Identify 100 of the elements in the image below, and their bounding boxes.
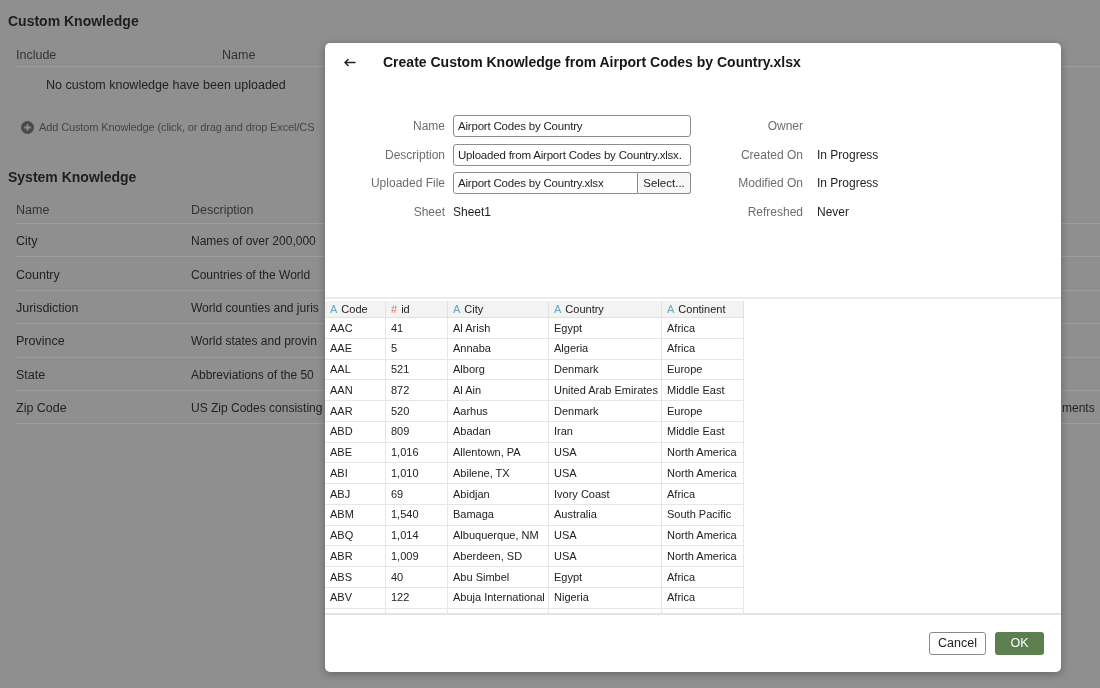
cancel-button[interactable]: Cancel <box>929 632 986 655</box>
table-cell: ABI <box>325 463 386 484</box>
table-cell: Ivory Coast <box>549 484 662 505</box>
column-label: City <box>464 301 484 317</box>
table-cell: North America <box>662 442 744 464</box>
table-cell: Denmark <box>549 359 662 381</box>
knowledge-description: US Zip Codes consisting <box>191 401 323 416</box>
table-cell: Middle East <box>662 380 744 401</box>
text-input[interactable]: Airport Codes by Country <box>453 115 691 138</box>
table-cell: 1,014 <box>386 525 448 547</box>
file-input[interactable]: Airport Codes by Country.xlsx <box>453 172 638 195</box>
column-label: id <box>401 301 410 317</box>
table-cell: Denmark <box>549 401 662 422</box>
table-cell: Bamaga <box>448 504 549 526</box>
knowledge-name: Province <box>16 334 65 349</box>
table-cell: Aberdeen, SD <box>448 546 549 567</box>
field-value: Never <box>817 203 849 221</box>
knowledge-description: World counties and juris <box>191 300 319 315</box>
table-cell: ABM <box>325 504 386 526</box>
table-cell: Australia <box>549 504 662 526</box>
table-cell: 809 <box>386 421 448 443</box>
column-label: Country <box>565 301 604 317</box>
column-label: Continent <box>678 301 726 317</box>
table-cell: Abilene, TX <box>448 463 549 484</box>
table-cell: 69 <box>386 484 448 505</box>
table-cell: ABS <box>325 567 386 588</box>
table-cell: 41 <box>386 318 448 339</box>
table-cell: Alborg <box>448 359 549 381</box>
table-cell: North America <box>662 463 744 484</box>
data-type-glyph: A <box>554 301 562 317</box>
table-cell: ABD <box>325 421 386 443</box>
table-cell: AAL <box>325 359 386 381</box>
knowledge-name: State <box>16 367 46 382</box>
knowledge-description: Names of over 200,000 <box>191 234 316 249</box>
table-cell: USA <box>549 442 662 464</box>
table-cell: Egypt <box>549 318 662 339</box>
table-cell: Al Ain <box>448 380 549 401</box>
table-cell: AAN <box>325 380 386 401</box>
table-cell: North America <box>662 525 744 547</box>
table-cell: Europe <box>662 401 744 422</box>
knowledge-name: City <box>16 234 38 249</box>
select-file-button[interactable]: Select... <box>638 172 691 195</box>
table-cell: Abidjan <box>448 484 549 505</box>
data-type-glyph: # <box>391 301 398 317</box>
table-cell: 5 <box>386 338 448 360</box>
table-cell: AAR <box>325 401 386 422</box>
table-cell: USA <box>549 463 662 484</box>
dialog-title: Create Custom Knowledge from Airport Codes by Country.xlsx <box>383 52 801 72</box>
table-cell: 1,540 <box>386 504 448 526</box>
ok-button[interactable]: OK <box>995 632 1044 655</box>
table-cell: Europe <box>662 359 744 381</box>
knowledge-name: Jurisdiction <box>16 300 79 315</box>
data-type-glyph: A <box>453 301 461 317</box>
field-value: In Progress <box>817 175 879 193</box>
knowledge-description: ments <box>1062 401 1095 416</box>
table-cell: Africa <box>662 587 744 609</box>
data-type-glyph: A <box>330 301 338 317</box>
table-cell: Nigeria <box>549 587 662 609</box>
table-cell: Albuquerque, NM <box>448 525 549 547</box>
field-value: Sheet1 <box>453 203 492 221</box>
field-label: Refreshed <box>747 203 803 221</box>
table-cell: USA <box>549 525 662 547</box>
table-cell: Africa <box>662 338 744 360</box>
back-arrow-icon <box>344 57 356 67</box>
data-type-glyph: A <box>667 301 675 317</box>
table-cell: ABV <box>325 587 386 609</box>
column-header: Name <box>16 202 50 217</box>
table-cell: United Arab Emirates <box>549 380 662 401</box>
field-label: Name <box>413 118 445 136</box>
knowledge-description: Abbreviations of the 50 <box>191 367 314 382</box>
section-title: Custom Knowledge <box>8 11 139 31</box>
field-label: Modified On <box>738 175 803 193</box>
field-label: Uploaded File <box>370 175 445 193</box>
table-cell: AAE <box>325 338 386 360</box>
field-label: Created On <box>740 146 803 164</box>
table-cell: 1,010 <box>386 463 448 484</box>
table-cell: ABE <box>325 442 386 464</box>
table-cell: Abu Simbel <box>448 567 549 588</box>
table-cell: South Pacific <box>662 504 744 526</box>
table-cell: 1,009 <box>386 546 448 567</box>
text-input[interactable]: Uploaded from Airport Codes by Country.xlsx. <box>453 143 691 166</box>
table-cell: 872 <box>386 380 448 401</box>
field-value: In Progress <box>817 146 879 164</box>
section-title: System Knowledge <box>8 167 137 187</box>
table-cell: Algeria <box>549 338 662 360</box>
table-cell: Africa <box>662 318 744 339</box>
table-cell: 40 <box>386 567 448 588</box>
column-header: Name <box>222 48 256 62</box>
column-header: Description <box>191 202 254 217</box>
table-cell: Annaba <box>448 338 549 360</box>
table-cell: ABQ <box>325 525 386 547</box>
table-cell: 521 <box>386 359 448 381</box>
table-cell: 1,016 <box>386 442 448 464</box>
knowledge-name: Zip Code <box>16 401 67 416</box>
empty-message: No custom knowledge have been uploaded <box>46 76 286 94</box>
table-cell: Iran <box>549 421 662 443</box>
table-cell: Africa <box>662 484 744 505</box>
table-cell: Abadan <box>448 421 549 443</box>
field-label: Owner <box>767 118 803 136</box>
field-label: Sheet <box>413 203 445 221</box>
